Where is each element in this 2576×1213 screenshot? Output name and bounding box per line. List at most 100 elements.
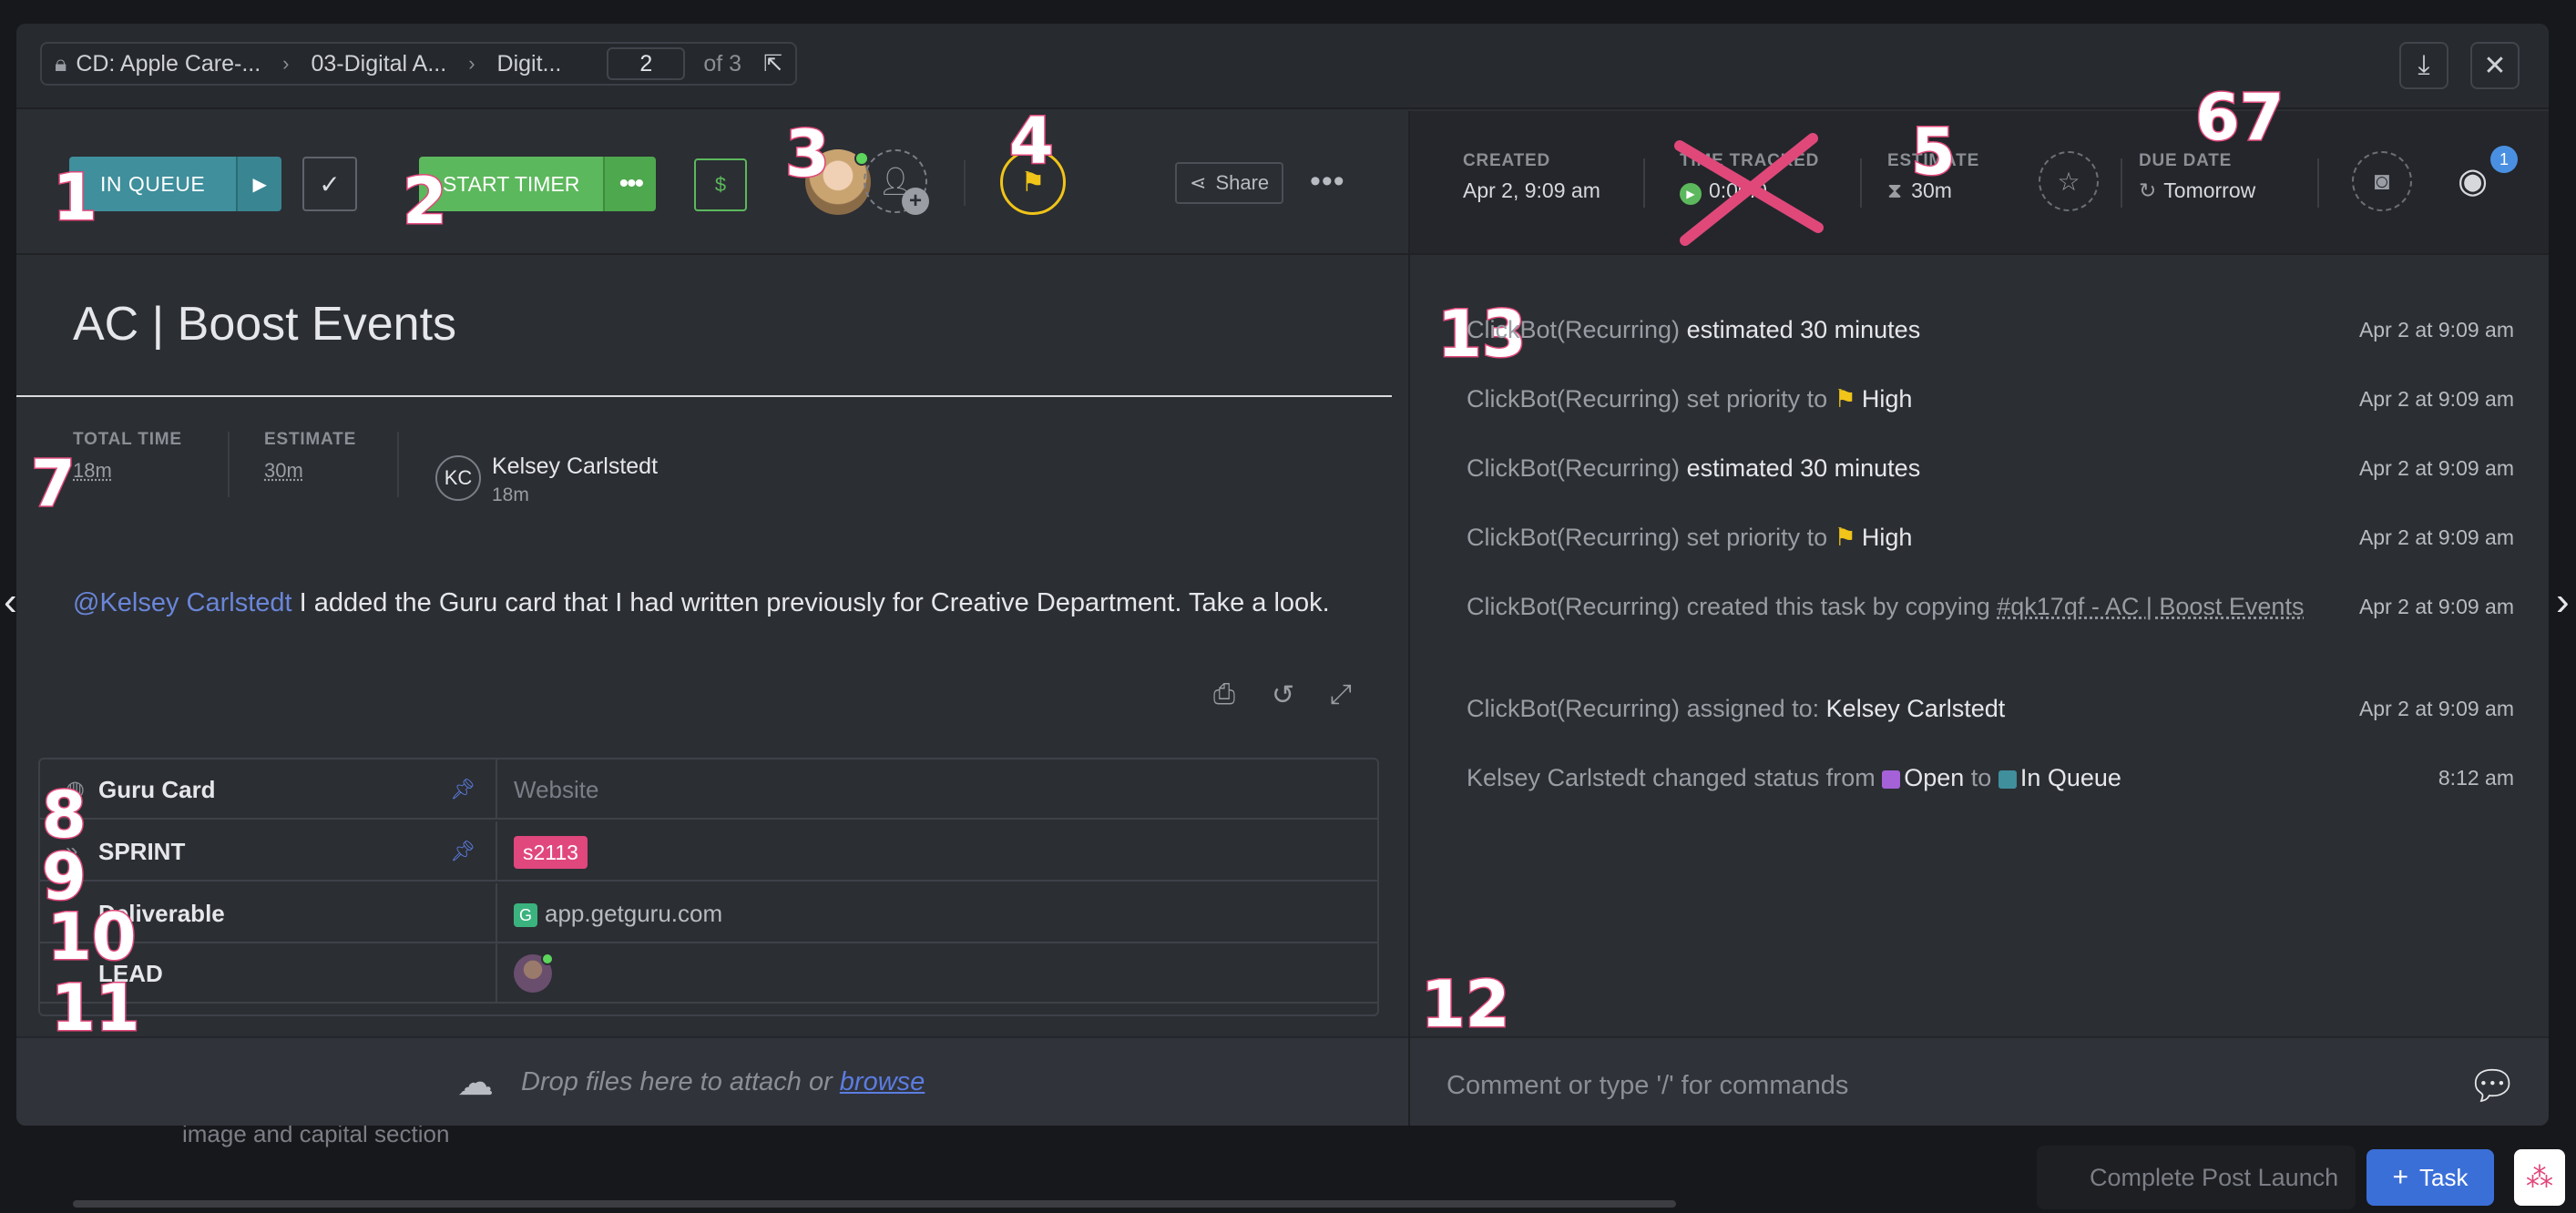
assignee-time: 18m: [492, 484, 529, 505]
task-main-panel: IN QUEUE ▶ ✓ START TIMER ••• $ 👤︎ + ⚑ ⋖ Sh…: [16, 108, 1408, 1126]
video-record-icon[interactable]: ◙: [2352, 151, 2412, 211]
watchers-count-badge: 1: [2490, 146, 2518, 173]
status-color-swatch: [1998, 770, 2017, 789]
annotation-number: 1: [52, 160, 99, 235]
due-date-meta[interactable]: DUE DATE ↻ Tomorrow: [2139, 151, 2255, 203]
new-task-button[interactable]: + Task: [2366, 1149, 2494, 1206]
lead-avatar[interactable]: [514, 953, 554, 993]
activity-actor: ClickBot(Recurring): [1467, 695, 1681, 722]
mention-link[interactable]: @Kelsey Carlstedt: [73, 588, 292, 617]
estimate-value[interactable]: 30m: [264, 459, 356, 483]
page-number-input[interactable]: 2: [607, 47, 686, 80]
watchers-eye-icon[interactable]: ◉ 1: [2458, 146, 2518, 201]
activity-actor: ClickBot(Recurring): [1467, 316, 1681, 343]
status-button[interactable]: IN QUEUE ▶: [69, 157, 282, 211]
activity-value: High: [1861, 524, 1913, 551]
chevron-right-icon: ›: [282, 52, 290, 75]
breadcrumb-item[interactable]: 03-Digital A...: [312, 51, 447, 77]
activity-to-status: In Queue: [2019, 764, 2121, 791]
share-button[interactable]: ⋖ Share: [1175, 162, 1284, 204]
online-indicator: [854, 151, 869, 166]
status-color-swatch: [1882, 770, 1901, 789]
history-icon[interactable]: ↺: [1272, 679, 1294, 711]
expand-icon[interactable]: ⤢: [1330, 679, 1352, 710]
file-dropzone[interactable]: ☁︎ Drop files here to attach or browse: [16, 1036, 1408, 1126]
divider: [397, 432, 399, 497]
field-value[interactable]: s2113: [514, 821, 588, 882]
task-modal: 🔒︎ CD: Apple Care-... › 03-Digital A... …: [16, 24, 2549, 1126]
comment-bubble-icon[interactable]: 💬︎: [2467, 1062, 2518, 1109]
close-icon[interactable]: ✕: [2470, 42, 2520, 89]
priority-flag-icon: ⚑: [1834, 524, 1856, 551]
field-row-sprint[interactable]: » SPRINT 📌︎ s2113: [40, 821, 1377, 882]
activity-time: Apr 2 at 9:09 am: [2358, 387, 2514, 411]
annotation-number: 11: [49, 971, 140, 1045]
deliverable-link[interactable]: app.getguru.com: [545, 900, 722, 927]
billable-dollar-icon[interactable]: $: [694, 158, 747, 211]
dropzone-label: Drop files here to attach or: [521, 1067, 840, 1096]
custom-fields-table: ◍ Guru Card 📌︎ Website » SPRINT 📌︎ s2113…: [38, 758, 1379, 1016]
source-task-link[interactable]: #qk17qf - AC | Boost Events: [1997, 593, 2304, 620]
online-indicator: [541, 953, 554, 965]
open-external-icon[interactable]: ⇱: [763, 50, 782, 77]
share-label: Share: [1215, 171, 1270, 194]
complete-post-launch-button[interactable]: Complete Post Launch: [2037, 1146, 2356, 1209]
annotation-number: 2: [402, 164, 449, 239]
field-row-guru-card[interactable]: ◍ Guru Card 📌︎ Website: [40, 759, 1377, 820]
field-row-deliverable[interactable]: Deliverable Gapp.getguru.com: [40, 883, 1377, 943]
sprint-tag[interactable]: s2113: [514, 836, 588, 869]
activity-time: Apr 2 at 9:09 am: [2358, 525, 2514, 549]
comment-box[interactable]: Comment or type '/' for commands 💬︎: [1410, 1036, 2549, 1126]
task-title[interactable]: AC | Boost Events: [73, 297, 456, 352]
next-status-arrow-icon[interactable]: ▶: [236, 157, 282, 211]
pin-icon[interactable]: 📌︎: [450, 821, 475, 882]
activity-item: ClickBot(Recurring) assigned to: Kelsey …: [1467, 692, 2514, 725]
task-description[interactable]: @Kelsey Carlstedt I added the Guru card …: [73, 581, 1385, 625]
start-timer-button[interactable]: START TIMER •••: [419, 157, 657, 211]
task-button-label: Task: [2419, 1163, 2469, 1191]
horizontal-scrollbar[interactable]: [73, 1200, 1676, 1208]
share-icon: ⋖: [1190, 171, 1207, 194]
divider: [496, 943, 497, 1004]
assignee-initials-avatar: KC: [435, 455, 481, 501]
field-name: Guru Card: [98, 776, 216, 803]
activity-action: changed status from: [1645, 764, 1883, 791]
assignee-name: Kelsey Carlstedt: [492, 454, 659, 479]
activity-action: set priority to: [1680, 524, 1835, 551]
more-options-icon[interactable]: •••: [1310, 164, 1345, 199]
annotation-number: 12: [1419, 967, 1510, 1042]
plus-icon: +: [2392, 1162, 2409, 1192]
total-time-value[interactable]: 18m: [73, 459, 182, 483]
description-text: I added the Guru card that I had written…: [291, 588, 1330, 617]
print-icon[interactable]: ⎙: [1213, 679, 1235, 710]
comment-input[interactable]: Comment or type '/' for commands: [1446, 1071, 1848, 1101]
sprint-points-star-icon[interactable]: ☆: [2039, 151, 2099, 211]
add-assignee-icon[interactable]: 👤︎ +: [864, 149, 929, 215]
activity-time: Apr 2 at 9:09 am: [2358, 595, 2514, 618]
activity-item: Kelsey Carlstedt changed status from Ope…: [1467, 761, 2514, 794]
divider: [496, 759, 497, 820]
breadcrumb: 🔒︎ CD: Apple Care-... › 03-Digital A... …: [40, 42, 798, 86]
divider: [2121, 158, 2122, 208]
minimize-icon[interactable]: ⤓: [2399, 42, 2448, 89]
activity-actor: ClickBot(Recurring): [1467, 385, 1681, 413]
modal-topbar: 🔒︎ CD: Apple Care-... › 03-Digital A... …: [16, 24, 2549, 109]
task-toolbar: IN QUEUE ▶ ✓ START TIMER ••• $ 👤︎ + ⚑ ⋖ Sh…: [16, 108, 1408, 255]
field-value[interactable]: Gapp.getguru.com: [514, 883, 722, 943]
annotation-number: 8: [41, 778, 88, 852]
field-value-input[interactable]: Website: [514, 759, 598, 820]
breadcrumb-item[interactable]: Digit...: [497, 51, 562, 77]
timer-more-icon[interactable]: •••: [603, 157, 657, 211]
complete-check-icon[interactable]: ✓: [302, 157, 357, 211]
activity-action: set priority to: [1680, 385, 1835, 413]
browse-link[interactable]: browse: [840, 1067, 925, 1096]
activity-actor: ClickBot(Recurring): [1467, 593, 1681, 620]
activity-item: ClickBot(Recurring) set priority to ⚑ Hig…: [1467, 382, 2514, 415]
prev-task-arrow-icon[interactable]: ‹: [4, 579, 17, 625]
next-task-arrow-icon[interactable]: ›: [2556, 579, 2570, 625]
apps-icon[interactable]: ⁂: [2514, 1149, 2565, 1206]
divider: [228, 432, 230, 497]
field-row-lead[interactable]: LEAD: [40, 943, 1377, 1004]
breadcrumb-item[interactable]: CD: Apple Care-...: [76, 51, 261, 77]
pin-icon[interactable]: 📌︎: [450, 759, 475, 820]
